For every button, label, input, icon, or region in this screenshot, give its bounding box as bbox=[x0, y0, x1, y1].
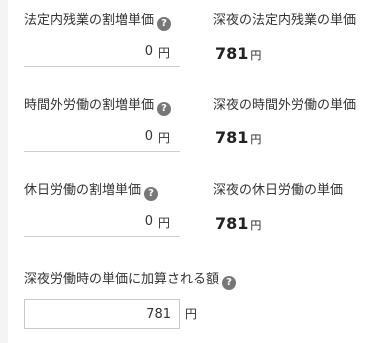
statutory-overtime-value: 0 bbox=[144, 44, 153, 59]
question-circle-icon[interactable]: ? bbox=[157, 102, 172, 116]
overtime-unit: 円 bbox=[157, 131, 170, 145]
night-statutory-overtime-rate: 781 円 bbox=[215, 44, 261, 63]
holiday-work-unit: 円 bbox=[157, 216, 170, 230]
night-addition-label-text: 深夜労働時の単価に加算される額 bbox=[24, 272, 220, 287]
wage-rate-panel: 法定内残業の割増単価? 0 円 深夜の法定内残業の単価 781 円 時間外労働の割… bbox=[8, 0, 375, 343]
night-addition-unit: 円 bbox=[185, 307, 198, 321]
overtime-value: 0 bbox=[144, 129, 153, 144]
overtime-field[interactable]: 0 円 bbox=[24, 123, 180, 152]
question-circle-icon[interactable]: ? bbox=[157, 17, 172, 31]
statutory-overtime-unit: 円 bbox=[157, 46, 170, 60]
night-statutory-overtime-value: 781 bbox=[215, 44, 249, 63]
night-overtime-rate: 781 円 bbox=[215, 128, 261, 147]
holiday-work-field[interactable]: 0 円 bbox=[24, 208, 180, 237]
holiday-work-label-text: 休日労働の割増単価 bbox=[24, 183, 142, 198]
night-overtime-unit: 円 bbox=[250, 133, 262, 146]
night-overtime-value: 781 bbox=[215, 128, 249, 147]
statutory-overtime-label: 法定内残業の割増単価? bbox=[24, 13, 172, 31]
holiday-work-value: 0 bbox=[144, 214, 153, 229]
night-statutory-overtime-label: 深夜の法定内残業の単価 bbox=[213, 13, 357, 28]
night-holiday-work-value: 781 bbox=[215, 214, 249, 233]
night-statutory-overtime-unit: 円 bbox=[250, 49, 262, 62]
statutory-overtime-label-text: 法定内残業の割増単価 bbox=[24, 13, 155, 28]
question-circle-icon[interactable]: ? bbox=[222, 276, 237, 290]
night-addition-input[interactable]: 781 bbox=[24, 299, 180, 329]
night-holiday-work-rate: 781 円 bbox=[215, 214, 261, 233]
night-addition-value: 781 bbox=[146, 307, 171, 322]
night-holiday-work-label: 深夜の休日労働の単価 bbox=[213, 183, 344, 198]
statutory-overtime-field[interactable]: 0 円 bbox=[24, 38, 180, 67]
night-overtime-label: 深夜の時間外労働の単価 bbox=[213, 98, 357, 113]
night-holiday-work-unit: 円 bbox=[250, 219, 262, 232]
overtime-label: 時間外労働の割増単価? bbox=[24, 98, 172, 116]
question-circle-icon[interactable]: ? bbox=[144, 187, 159, 201]
holiday-work-label: 休日労働の割増単価? bbox=[24, 183, 159, 201]
overtime-label-text: 時間外労働の割増単価 bbox=[24, 98, 155, 113]
night-addition-label: 深夜労働時の単価に加算される額? bbox=[24, 272, 237, 290]
